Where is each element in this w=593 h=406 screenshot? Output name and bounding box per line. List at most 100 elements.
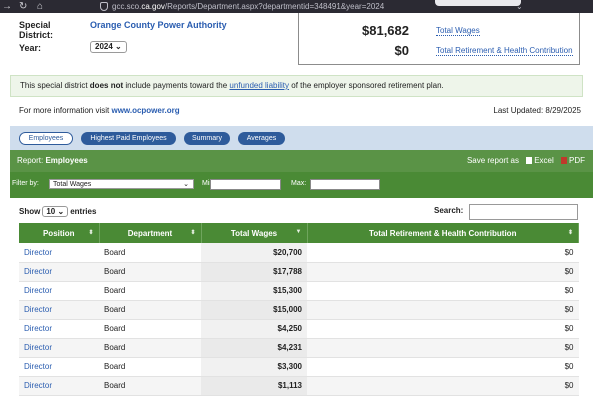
more-info: For more information visit www.ocpower.o…: [19, 106, 180, 115]
wages-cell: $20,700: [201, 243, 307, 263]
department-cell: Board: [99, 319, 201, 339]
max-input[interactable]: [310, 179, 380, 190]
entries-control: Show 10 ⌄ entries: [19, 206, 96, 217]
agency-name-link[interactable]: Orange County Power Authority: [90, 20, 227, 30]
sort-icon: ⬍: [190, 230, 196, 236]
chevron-down-icon: ⌄: [57, 207, 65, 216]
year-label: Year:: [19, 43, 42, 53]
save-report-label: Save report as: [466, 156, 519, 165]
total-retirement-amount: $0: [394, 43, 409, 58]
unfunded-liability-link[interactable]: unfunded liability: [229, 81, 289, 90]
retirement-cell: $0: [307, 262, 579, 282]
excel-link[interactable]: Excel: [534, 156, 554, 165]
search-input[interactable]: [469, 204, 578, 220]
department-cell: Board: [99, 281, 201, 301]
notice-banner: This special district does not include p…: [10, 75, 583, 97]
position-cell[interactable]: Director: [19, 300, 99, 320]
report-header: Report: Employees Save report as Excel P…: [10, 150, 593, 172]
tab-averages[interactable]: Averages: [238, 132, 285, 145]
notice-text-1: This special district: [20, 81, 90, 90]
table-row: Director Board $15,300 $0: [19, 281, 579, 301]
notice-bold: does not: [89, 81, 124, 90]
url-path: /Reports/Department.aspx?departmentid=34…: [164, 2, 385, 11]
home-icon[interactable]: ⌂: [37, 0, 43, 13]
wages-cell: $1,113: [201, 376, 307, 396]
department-cell: Board: [99, 376, 201, 396]
total-wages-link[interactable]: Total Wages: [436, 26, 480, 36]
wages-cell: $3,300: [201, 357, 307, 377]
chevron-down-icon: ⌄: [183, 181, 189, 188]
tab-summary[interactable]: Summary: [184, 132, 230, 145]
reload-icon[interactable]: ↻: [19, 0, 27, 13]
position-cell[interactable]: Director: [19, 281, 99, 301]
tab-highest-paid-employees[interactable]: Highest Paid Employees: [81, 132, 176, 145]
table-row: Director Board $3,300 $0: [19, 357, 579, 377]
pdf-icon[interactable]: [561, 157, 567, 164]
position-cell[interactable]: Director: [19, 357, 99, 377]
min-input[interactable]: [210, 179, 281, 190]
report-prefix: Report:: [17, 156, 46, 165]
max-label: Max:: [291, 180, 307, 187]
position-cell[interactable]: Director: [19, 376, 99, 396]
filter-bar: Filter by: Total Wages ⌄ Min: Max:: [10, 172, 593, 198]
table-row: Director Board $15,000 $0: [19, 300, 579, 320]
url-prefix: gcc.sco.: [112, 2, 142, 11]
browser-toolbar: → ↻ ⌂ gcc.sco.ca.gov/Reports/Department.…: [0, 0, 593, 13]
department-cell: Board: [99, 357, 201, 377]
forward-arrow-icon[interactable]: →: [2, 0, 12, 13]
sort-icon: ⬍: [88, 230, 94, 236]
notice-text-3: of the employer sponsored retirement pla…: [289, 81, 444, 90]
department-cell: Board: [99, 262, 201, 282]
browser-popup-edge: [435, 0, 521, 6]
total-wages-amount: $81,682: [362, 23, 409, 38]
table-row: Director Board $17,788 $0: [19, 262, 579, 282]
sort-icon: ⬍: [567, 230, 573, 236]
year-value: 2024: [95, 42, 113, 51]
shield-icon[interactable]: [100, 2, 108, 11]
wages-cell: $4,250: [201, 319, 307, 339]
entries-label: entries: [70, 207, 97, 216]
wages-cell: $17,788: [201, 262, 307, 282]
save-report: Save report as Excel PDF: [467, 150, 585, 172]
pdf-link[interactable]: PDF: [569, 156, 585, 165]
filter-selected: Total Wages: [53, 181, 92, 188]
chevron-down-icon[interactable]: ⌄: [516, 2, 523, 11]
retirement-cell: $0: [307, 300, 579, 320]
wages-cell: $4,231: [201, 338, 307, 358]
special-district-label: Special District:: [19, 20, 54, 40]
report-tabs: Employees Highest Paid Employees Summary…: [10, 126, 593, 150]
sort-desc-icon: ▼: [295, 229, 302, 235]
department-cell: Board: [99, 300, 201, 320]
position-cell[interactable]: Director: [19, 338, 99, 358]
column-header-total-retirement[interactable]: Total Retirement & Health Contribution ⬍: [307, 223, 579, 243]
column-label: Total Wages: [230, 228, 278, 238]
year-select[interactable]: 2024 ⌄: [90, 41, 127, 53]
retirement-cell: $0: [307, 376, 579, 396]
table-row: Director Board $4,250 $0: [19, 319, 579, 339]
tab-employees[interactable]: Employees: [19, 132, 73, 145]
table-row: Director Board $1,113 $0: [19, 376, 579, 396]
column-label: Department: [127, 228, 173, 238]
website-link[interactable]: www.ocpower.org: [111, 106, 179, 115]
position-cell[interactable]: Director: [19, 262, 99, 282]
employees-table: Position ⬍ Department ⬍ Total Wages ▼ Total…: [19, 223, 579, 396]
column-header-total-wages[interactable]: Total Wages ▼: [201, 223, 308, 243]
entries-value: 10: [46, 207, 56, 216]
filter-select[interactable]: Total Wages ⌄: [49, 179, 194, 189]
column-header-department[interactable]: Department ⬍: [99, 223, 202, 243]
position-cell[interactable]: Director: [19, 243, 99, 263]
total-retirement-link[interactable]: Total Retirement & Health Contribution: [436, 46, 573, 56]
column-label: Total Retirement & Health Contribution: [369, 228, 517, 238]
excel-icon[interactable]: [526, 157, 533, 164]
url-domain: ca.gov: [141, 2, 165, 11]
more-info-text: For more information visit: [19, 106, 112, 115]
table-row: Director Board $4,231 $0: [19, 338, 579, 358]
position-cell[interactable]: Director: [19, 319, 99, 339]
column-header-position[interactable]: Position ⬍: [19, 223, 100, 243]
entries-select[interactable]: 10 ⌄: [42, 206, 69, 217]
wages-cell: $15,000: [201, 300, 307, 320]
report-name: Employees: [45, 156, 88, 165]
retirement-cell: $0: [307, 281, 579, 301]
last-updated: Last Updated: 8/29/2025: [493, 106, 581, 115]
table-header-row: Position ⬍ Department ⬍ Total Wages ▼ Total…: [19, 223, 579, 243]
